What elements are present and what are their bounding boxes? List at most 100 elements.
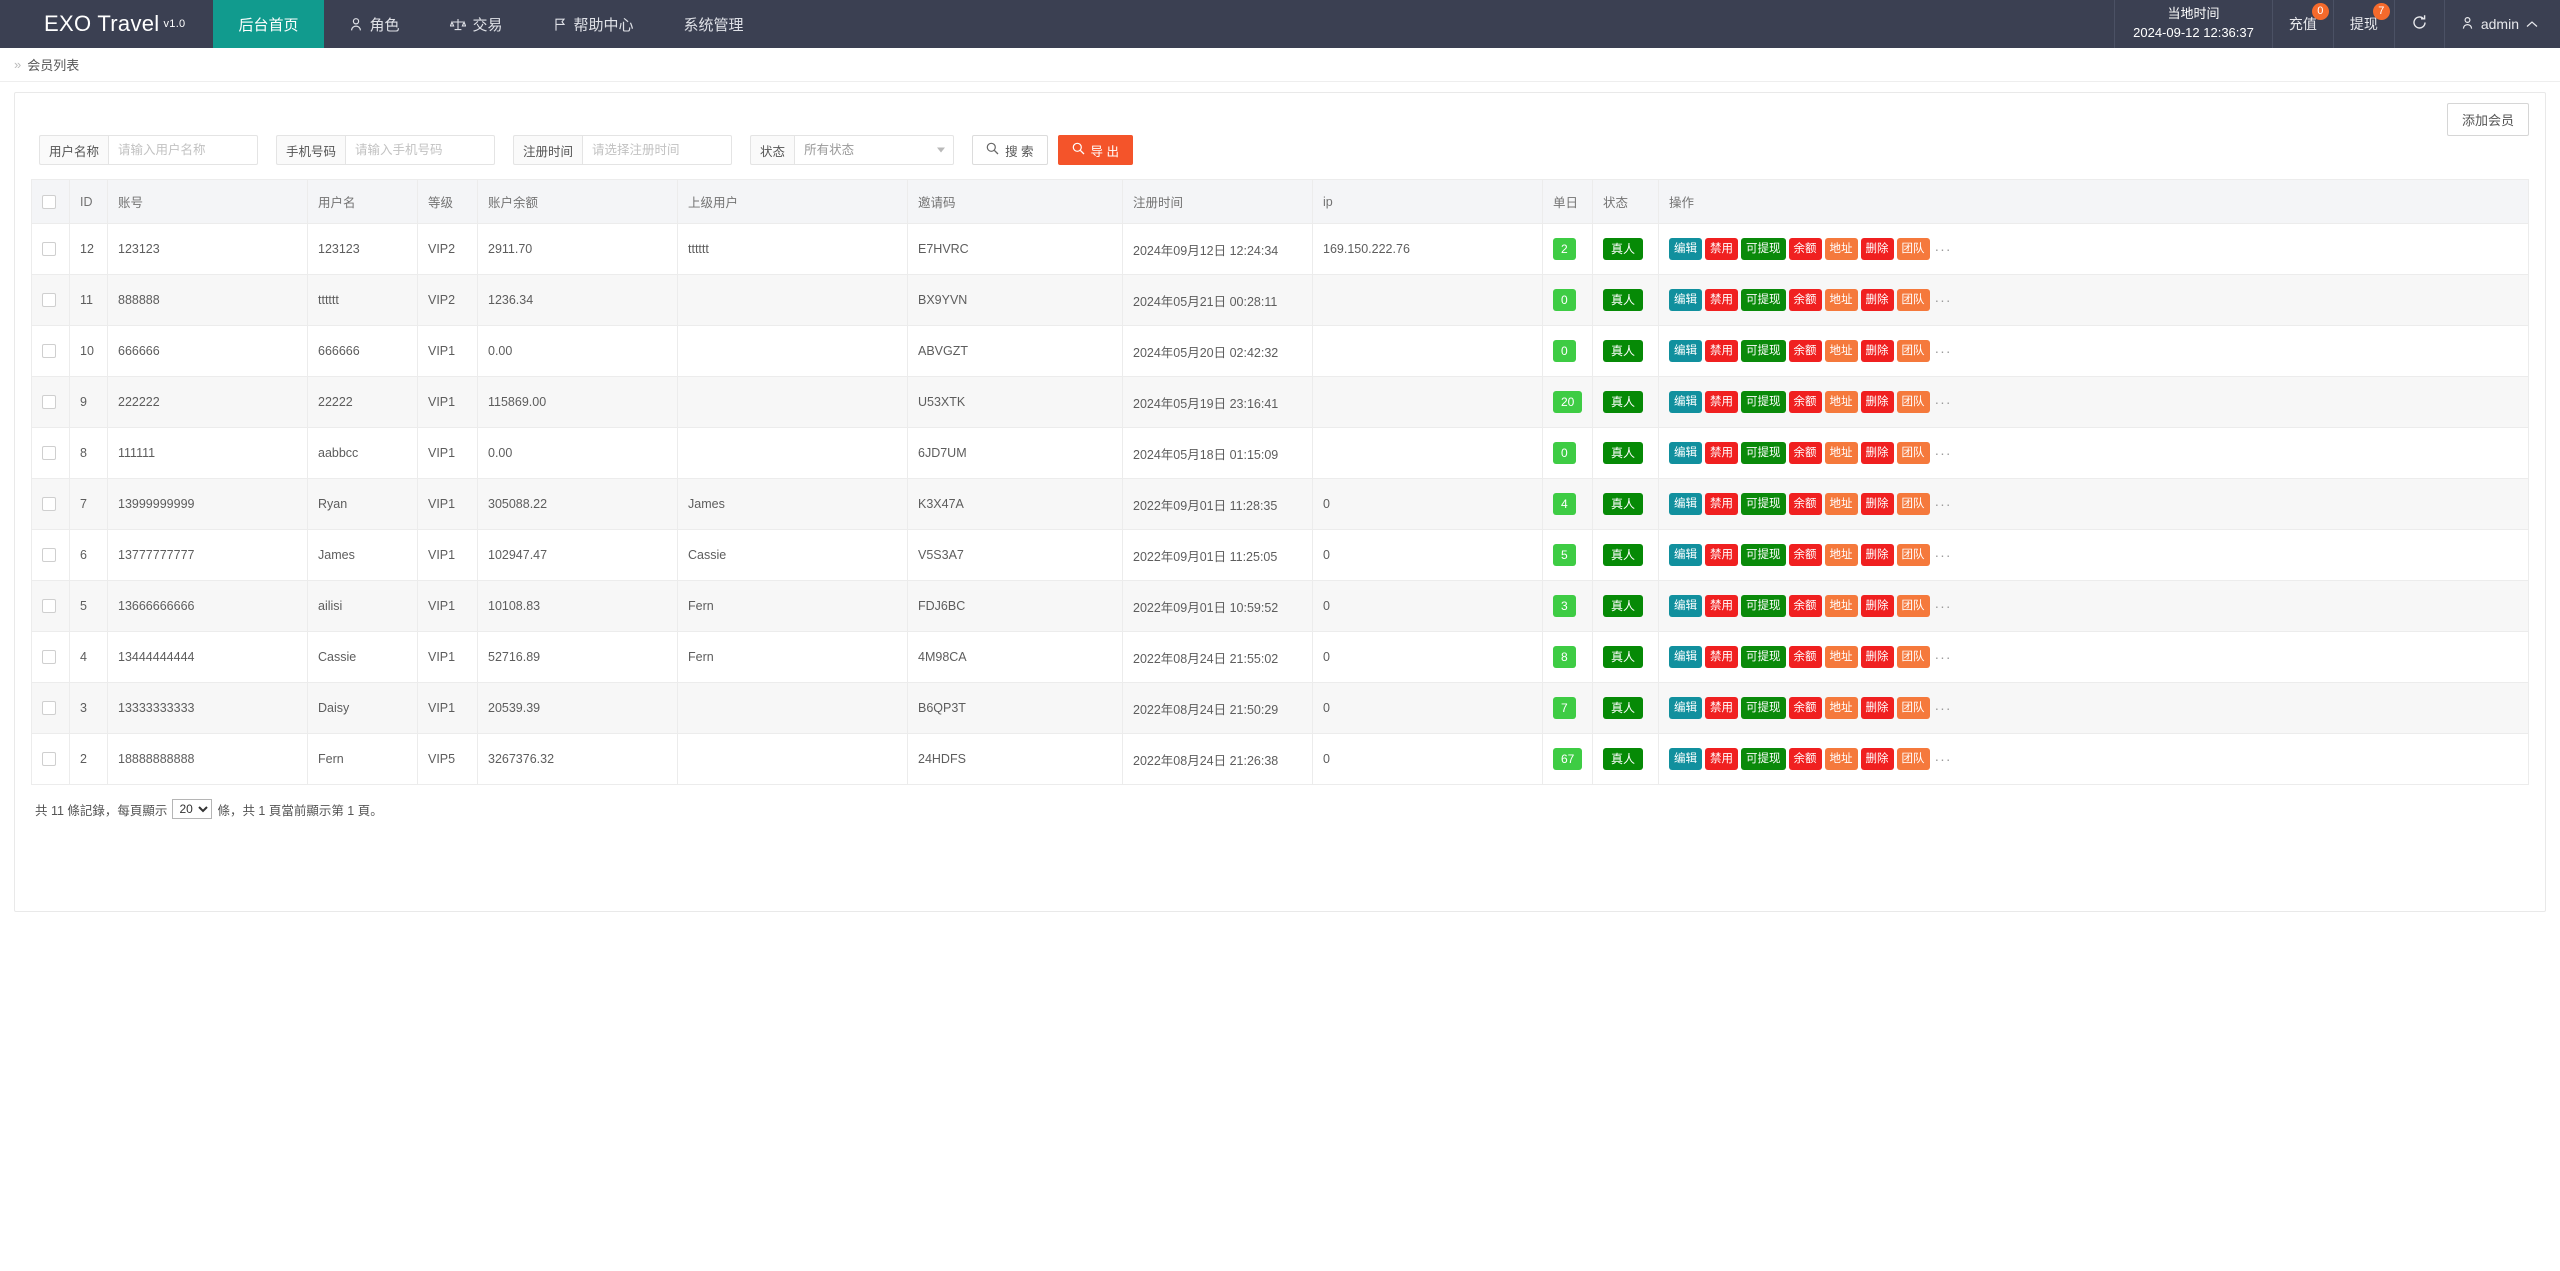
row-checkbox[interactable] [42,446,56,461]
brand-logo[interactable]: EXO Travel v1.0 [0,0,213,48]
balance-button[interactable]: 余额 [1788,288,1822,312]
more-actions-icon[interactable]: ··· [1933,394,1954,410]
withdrawable-button[interactable]: 可提现 [1741,339,1786,363]
row-checkbox[interactable] [42,701,56,716]
edit-button[interactable]: 编辑 [1669,441,1702,465]
team-button[interactable]: 团队 [1896,543,1930,567]
username-input[interactable] [108,135,259,165]
more-actions-icon[interactable]: ··· [1933,547,1954,563]
edit-button[interactable]: 编辑 [1669,390,1702,414]
team-button[interactable]: 团队 [1896,645,1930,669]
status-select[interactable]: 所有状态 [794,135,955,165]
withdrawable-button[interactable]: 可提现 [1741,492,1786,516]
address-button[interactable]: 地址 [1824,492,1858,516]
recharge-button[interactable]: 充值 0 [2273,0,2334,48]
more-actions-icon[interactable]: ··· [1933,241,1954,257]
edit-button[interactable]: 编辑 [1669,645,1702,669]
more-actions-icon[interactable]: ··· [1933,292,1954,308]
row-checkbox[interactable] [42,548,56,563]
edit-button[interactable]: 编辑 [1669,492,1702,516]
row-checkbox[interactable] [42,650,56,665]
withdrawable-button[interactable]: 可提现 [1741,696,1786,720]
ban-button[interactable]: 禁用 [1705,288,1738,312]
balance-button[interactable]: 余额 [1788,696,1822,720]
withdrawable-button[interactable]: 可提现 [1741,237,1786,261]
address-button[interactable]: 地址 [1824,543,1858,567]
more-actions-icon[interactable]: ··· [1933,649,1954,665]
user-menu[interactable]: admin [2445,0,2560,48]
ban-button[interactable]: 禁用 [1705,237,1738,261]
team-button[interactable]: 团队 [1896,339,1930,363]
more-actions-icon[interactable]: ··· [1933,445,1954,461]
more-actions-icon[interactable]: ··· [1933,496,1954,512]
balance-button[interactable]: 余额 [1788,594,1822,618]
address-button[interactable]: 地址 [1824,339,1858,363]
edit-button[interactable]: 编辑 [1669,543,1702,567]
address-button[interactable]: 地址 [1824,645,1858,669]
withdrawable-button[interactable]: 可提现 [1741,390,1786,414]
row-checkbox[interactable] [42,497,56,512]
row-checkbox[interactable] [42,344,56,359]
balance-button[interactable]: 余额 [1788,237,1822,261]
address-button[interactable]: 地址 [1824,747,1858,771]
withdrawable-button[interactable]: 可提现 [1741,543,1786,567]
delete-button[interactable]: 删除 [1860,237,1894,261]
more-actions-icon[interactable]: ··· [1933,751,1954,767]
delete-button[interactable]: 删除 [1860,594,1894,618]
ban-button[interactable]: 禁用 [1705,492,1738,516]
team-button[interactable]: 团队 [1896,237,1930,261]
delete-button[interactable]: 删除 [1860,288,1894,312]
team-button[interactable]: 团队 [1896,492,1930,516]
balance-button[interactable]: 余额 [1788,747,1822,771]
withdrawable-button[interactable]: 可提现 [1741,645,1786,669]
withdraw-button[interactable]: 提现 7 [2334,0,2395,48]
ban-button[interactable]: 禁用 [1705,747,1738,771]
row-checkbox[interactable] [42,599,56,614]
delete-button[interactable]: 删除 [1860,390,1894,414]
edit-button[interactable]: 编辑 [1669,288,1702,312]
team-button[interactable]: 团队 [1896,288,1930,312]
withdrawable-button[interactable]: 可提现 [1741,747,1786,771]
search-button[interactable]: 搜 索 [972,135,1048,165]
team-button[interactable]: 团队 [1896,390,1930,414]
ban-button[interactable]: 禁用 [1705,339,1738,363]
nav-item-system-management[interactable]: 系统管理 [659,0,769,48]
ban-button[interactable]: 禁用 [1705,696,1738,720]
edit-button[interactable]: 编辑 [1669,339,1702,363]
more-actions-icon[interactable]: ··· [1933,343,1954,359]
edit-button[interactable]: 编辑 [1669,696,1702,720]
balance-button[interactable]: 余额 [1788,339,1822,363]
address-button[interactable]: 地址 [1824,696,1858,720]
ban-button[interactable]: 禁用 [1705,441,1738,465]
address-button[interactable]: 地址 [1824,390,1858,414]
export-button[interactable]: 导 出 [1057,135,1134,165]
withdrawable-button[interactable]: 可提现 [1741,594,1786,618]
delete-button[interactable]: 删除 [1860,441,1894,465]
edit-button[interactable]: 编辑 [1669,747,1702,771]
ban-button[interactable]: 禁用 [1705,594,1738,618]
row-checkbox[interactable] [42,752,56,767]
delete-button[interactable]: 删除 [1860,339,1894,363]
team-button[interactable]: 团队 [1896,696,1930,720]
team-button[interactable]: 团队 [1896,747,1930,771]
page-size-select[interactable]: 20 [172,799,213,819]
nav-item-transactions[interactable]: 交易 [425,0,528,48]
team-button[interactable]: 团队 [1896,594,1930,618]
ban-button[interactable]: 禁用 [1705,390,1738,414]
balance-button[interactable]: 余额 [1788,645,1822,669]
team-button[interactable]: 团队 [1896,441,1930,465]
more-actions-icon[interactable]: ··· [1933,598,1954,614]
more-actions-icon[interactable]: ··· [1933,700,1954,716]
delete-button[interactable]: 删除 [1860,645,1894,669]
withdrawable-button[interactable]: 可提现 [1741,441,1786,465]
refresh-button[interactable] [2395,0,2445,48]
delete-button[interactable]: 删除 [1860,696,1894,720]
balance-button[interactable]: 余额 [1788,543,1822,567]
address-button[interactable]: 地址 [1824,288,1858,312]
phone-input[interactable] [345,135,496,165]
row-checkbox[interactable] [42,242,56,257]
withdrawable-button[interactable]: 可提现 [1741,288,1786,312]
regtime-input[interactable] [582,135,733,165]
address-button[interactable]: 地址 [1824,441,1858,465]
row-checkbox[interactable] [42,395,56,410]
